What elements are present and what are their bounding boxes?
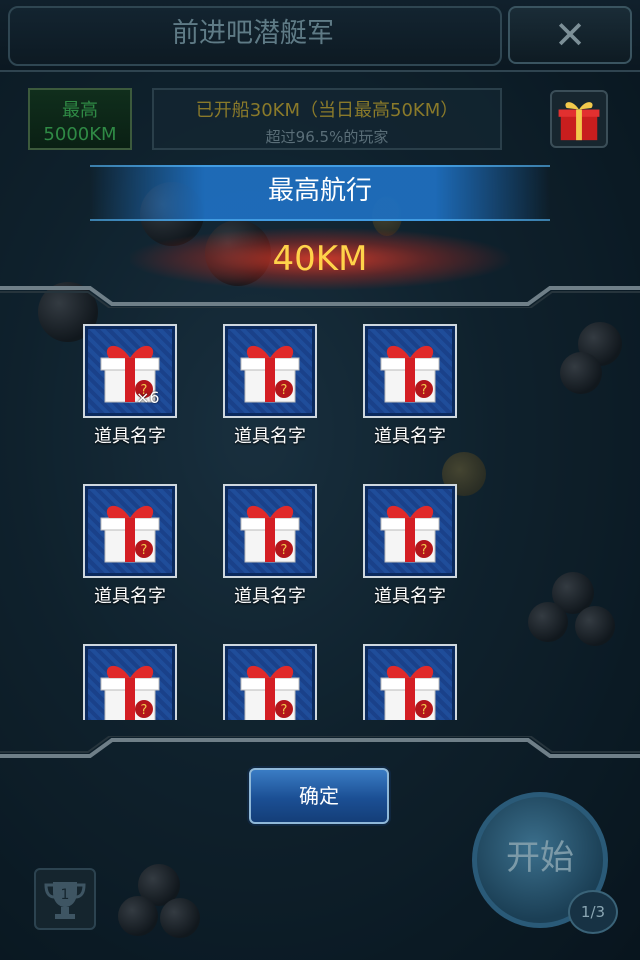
close-button[interactable]: ✕ [508, 6, 632, 64]
reward-name: 道具名字 [374, 586, 446, 607]
gift-icon: ? [380, 345, 440, 403]
reward-tile: ? [363, 644, 457, 720]
distance-value: 40KM [272, 239, 368, 279]
divider-bottom [0, 736, 640, 758]
reward-item[interactable]: ? 道具名字 [200, 478, 340, 618]
svg-text:?: ? [141, 703, 148, 718]
gift-icon: ? [240, 665, 300, 720]
confirm-button-label: 确定 [299, 784, 339, 808]
gift-icon: ? [100, 665, 160, 720]
svg-text:1: 1 [61, 887, 70, 903]
reward-tile: ? [83, 324, 177, 418]
reward-tile: ? [223, 484, 317, 578]
reward-count: ×6 [136, 388, 160, 407]
voyage-text: 已开船30KM（当日最高50KM） [195, 100, 459, 121]
divider-top [0, 286, 640, 308]
reward-name: 道具名字 [94, 586, 166, 607]
gift-icon: ? [240, 345, 300, 403]
reward-tile: ? [363, 484, 457, 578]
reward-grid[interactable]: ?×6道具名字?道具名字?道具名字?道具名字?道具名字?道具名字?道具名字?道具… [0, 318, 640, 720]
gift-icon: ? [100, 505, 160, 563]
svg-text:?: ? [281, 383, 288, 398]
svg-text:?: ? [281, 703, 288, 718]
svg-text:?: ? [421, 383, 428, 398]
gift-button[interactable] [550, 90, 608, 148]
percentile-text: 超过96.5%的玩家 [265, 128, 389, 146]
reward-name: 道具名字 [374, 426, 446, 447]
confirm-button[interactable]: 确定 [249, 768, 389, 824]
reward-tile: ? [223, 644, 317, 720]
reward-name: 道具名字 [234, 426, 306, 447]
leaderboard-button[interactable]: 1 [34, 868, 96, 930]
reward-item[interactable]: ?道具名字 [340, 638, 480, 720]
close-icon: ✕ [554, 13, 586, 57]
reward-item[interactable]: ? 道具名字 [60, 478, 200, 618]
reward-item[interactable]: ?道具名字 [200, 638, 340, 720]
reward-tile: ? [223, 324, 317, 418]
result-banner-title: 最高航行 [267, 176, 372, 206]
page-title: 前进吧潜艇军 [172, 18, 334, 49]
max-record-badge: 最高 5000KM [28, 88, 132, 150]
gift-icon: ? [240, 505, 300, 563]
reward-tile: ? [83, 644, 177, 720]
reward-name: 道具名字 [234, 586, 306, 607]
svg-text:?: ? [141, 543, 148, 558]
reward-item[interactable]: ? ×6 道具名字 [60, 318, 200, 458]
svg-text:?: ? [281, 543, 288, 558]
svg-text:?: ? [421, 703, 428, 718]
reward-item[interactable]: ?道具名字 [60, 638, 200, 720]
page-indicator: 1/3 [568, 890, 618, 934]
reward-item[interactable]: ? 道具名字 [200, 318, 340, 458]
reward-tile: ? [363, 324, 457, 418]
reward-name: 道具名字 [94, 426, 166, 447]
reward-item[interactable]: ? 道具名字 [340, 478, 480, 618]
gift-icon: ? [380, 665, 440, 720]
gift-icon: ? [380, 505, 440, 563]
voyage-info-box: 已开船30KM（当日最高50KM） 超过96.5%的玩家 [152, 88, 502, 150]
svg-text:?: ? [421, 543, 428, 558]
max-record-label: 最高 [62, 100, 98, 121]
reward-item[interactable]: ? 道具名字 [340, 318, 480, 458]
max-record-value: 5000KM [43, 124, 117, 145]
reward-tile: ? [83, 484, 177, 578]
gift-icon [558, 102, 600, 141]
trophy-icon: 1 [44, 882, 86, 919]
